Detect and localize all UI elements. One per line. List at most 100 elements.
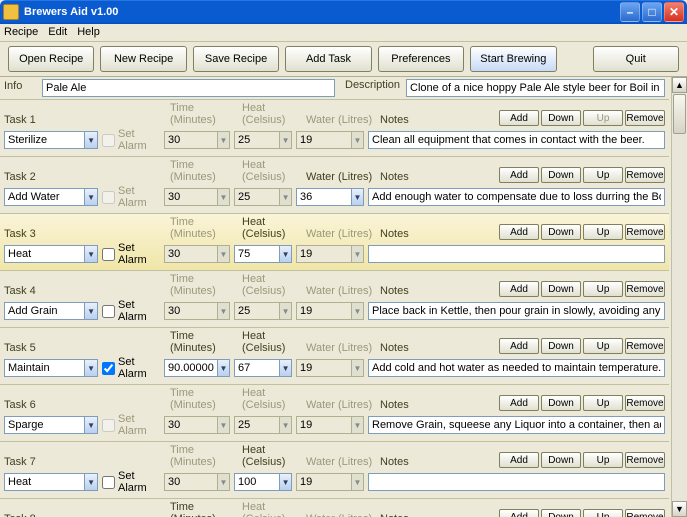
notes-input[interactable] (368, 245, 665, 263)
set-alarm-checkbox[interactable] (102, 362, 115, 375)
task-type-combo[interactable]: ▼ (4, 131, 98, 149)
task-type-combo-input[interactable] (5, 360, 84, 376)
scroll-up-button[interactable]: ▲ (672, 77, 687, 93)
chevron-down-icon[interactable]: ▼ (84, 303, 97, 319)
task-up-button[interactable]: Up (583, 281, 623, 297)
notes-input[interactable] (368, 359, 665, 377)
chevron-down-icon[interactable]: ▼ (217, 360, 229, 376)
notes-input[interactable] (368, 188, 665, 206)
set-alarm-checkbox[interactable] (102, 248, 115, 261)
start-brewing-button[interactable]: Start Brewing (470, 46, 556, 72)
notes-input[interactable] (368, 302, 665, 320)
chevron-down-icon[interactable]: ▼ (84, 417, 97, 433)
chevron-down-icon[interactable]: ▼ (84, 132, 97, 148)
menu-recipe[interactable]: Recipe (4, 26, 38, 39)
recipe-description-input[interactable] (406, 79, 665, 97)
task-add-button[interactable]: Add (499, 110, 539, 126)
task-add-button[interactable]: Add (499, 395, 539, 411)
task-down-button[interactable]: Down (541, 224, 581, 240)
task-remove-button[interactable]: Remove (625, 395, 665, 411)
minimize-button[interactable]: – (620, 2, 640, 22)
scroll-down-button[interactable]: ▼ (672, 501, 687, 517)
task-down-button[interactable]: Down (541, 338, 581, 354)
task-type-combo-input[interactable] (5, 474, 84, 490)
task-down-button[interactable]: Down (541, 110, 581, 126)
new-recipe-button[interactable]: New Recipe (100, 46, 186, 72)
task-type-combo[interactable]: ▼ (4, 245, 98, 263)
task-remove-button[interactable]: Remove (625, 509, 665, 517)
task-remove-button[interactable]: Remove (625, 167, 665, 183)
close-button[interactable]: ✕ (664, 2, 684, 22)
open-recipe-button[interactable]: Open Recipe (8, 46, 94, 72)
notes-input[interactable] (368, 131, 665, 149)
task-down-button[interactable]: Down (541, 509, 581, 517)
chevron-down-icon[interactable]: ▼ (84, 474, 97, 490)
task-up-button[interactable]: Up (583, 452, 623, 468)
set-alarm-checkbox[interactable] (102, 305, 115, 318)
time-combo[interactable]: ▼ (164, 359, 230, 377)
task-down-button[interactable]: Down (541, 395, 581, 411)
scroll-track[interactable] (672, 135, 687, 501)
task-remove-button[interactable]: Remove (625, 452, 665, 468)
task-up-button[interactable]: Up (583, 167, 623, 183)
task-type-combo[interactable]: ▼ (4, 473, 98, 491)
task-type-combo-input[interactable] (5, 189, 84, 205)
heat-combo[interactable]: ▼ (234, 245, 292, 263)
chevron-down-icon[interactable]: ▼ (279, 360, 291, 376)
heat-combo-input[interactable] (235, 360, 279, 376)
quit-button[interactable]: Quit (593, 46, 679, 72)
task-up-button[interactable]: Up (583, 509, 623, 517)
task-add-button[interactable]: Add (499, 509, 539, 517)
chevron-down-icon[interactable]: ▼ (351, 189, 363, 205)
chevron-down-icon: ▼ (217, 189, 229, 205)
task-up-button[interactable]: Up (583, 395, 623, 411)
recipe-name-input[interactable] (42, 79, 335, 97)
heat-column-label: Heat (Celsius) (242, 216, 302, 240)
task-up-button[interactable]: Up (583, 338, 623, 354)
task-add-button[interactable]: Add (499, 281, 539, 297)
set-alarm-checkbox[interactable] (102, 476, 115, 489)
task-type-combo-input[interactable] (5, 417, 84, 433)
task-down-button[interactable]: Down (541, 452, 581, 468)
task-type-combo-input[interactable] (5, 246, 84, 262)
heat-combo-input[interactable] (235, 246, 279, 262)
notes-input[interactable] (368, 416, 665, 434)
scroll-thumb[interactable] (673, 94, 686, 134)
task-type-combo[interactable]: ▼ (4, 302, 98, 320)
chevron-down-icon[interactable]: ▼ (84, 360, 97, 376)
task-type-combo[interactable]: ▼ (4, 188, 98, 206)
task-type-combo[interactable]: ▼ (4, 359, 98, 377)
water-combo-input[interactable] (297, 189, 351, 205)
task-down-button[interactable]: Down (541, 281, 581, 297)
task-add-button[interactable]: Add (499, 452, 539, 468)
task-add-button[interactable]: Add (499, 224, 539, 240)
chevron-down-icon[interactable]: ▼ (84, 246, 97, 262)
add-task-button[interactable]: Add Task (285, 46, 371, 72)
preferences-button[interactable]: Preferences (378, 46, 464, 72)
task-remove-button[interactable]: Remove (625, 110, 665, 126)
chevron-down-icon[interactable]: ▼ (279, 246, 291, 262)
heat-combo[interactable]: ▼ (234, 473, 292, 491)
save-recipe-button[interactable]: Save Recipe (193, 46, 279, 72)
heat-combo-input[interactable] (235, 474, 279, 490)
chevron-down-icon[interactable]: ▼ (279, 474, 291, 490)
task-remove-button[interactable]: Remove (625, 281, 665, 297)
task-remove-button[interactable]: Remove (625, 224, 665, 240)
task-type-combo[interactable]: ▼ (4, 416, 98, 434)
vertical-scrollbar[interactable]: ▲ ▼ (671, 77, 687, 517)
task-up-button[interactable]: Up (583, 224, 623, 240)
heat-combo[interactable]: ▼ (234, 359, 292, 377)
menu-help[interactable]: Help (77, 26, 100, 39)
time-combo-input[interactable] (165, 360, 217, 376)
task-add-button[interactable]: Add (499, 338, 539, 354)
notes-input[interactable] (368, 473, 665, 491)
task-type-combo-input[interactable] (5, 132, 84, 148)
chevron-down-icon[interactable]: ▼ (84, 189, 97, 205)
maximize-button[interactable]: □ (642, 2, 662, 22)
task-type-combo-input[interactable] (5, 303, 84, 319)
task-remove-button[interactable]: Remove (625, 338, 665, 354)
task-add-button[interactable]: Add (499, 167, 539, 183)
menu-edit[interactable]: Edit (48, 26, 67, 39)
water-combo[interactable]: ▼ (296, 188, 364, 206)
task-down-button[interactable]: Down (541, 167, 581, 183)
